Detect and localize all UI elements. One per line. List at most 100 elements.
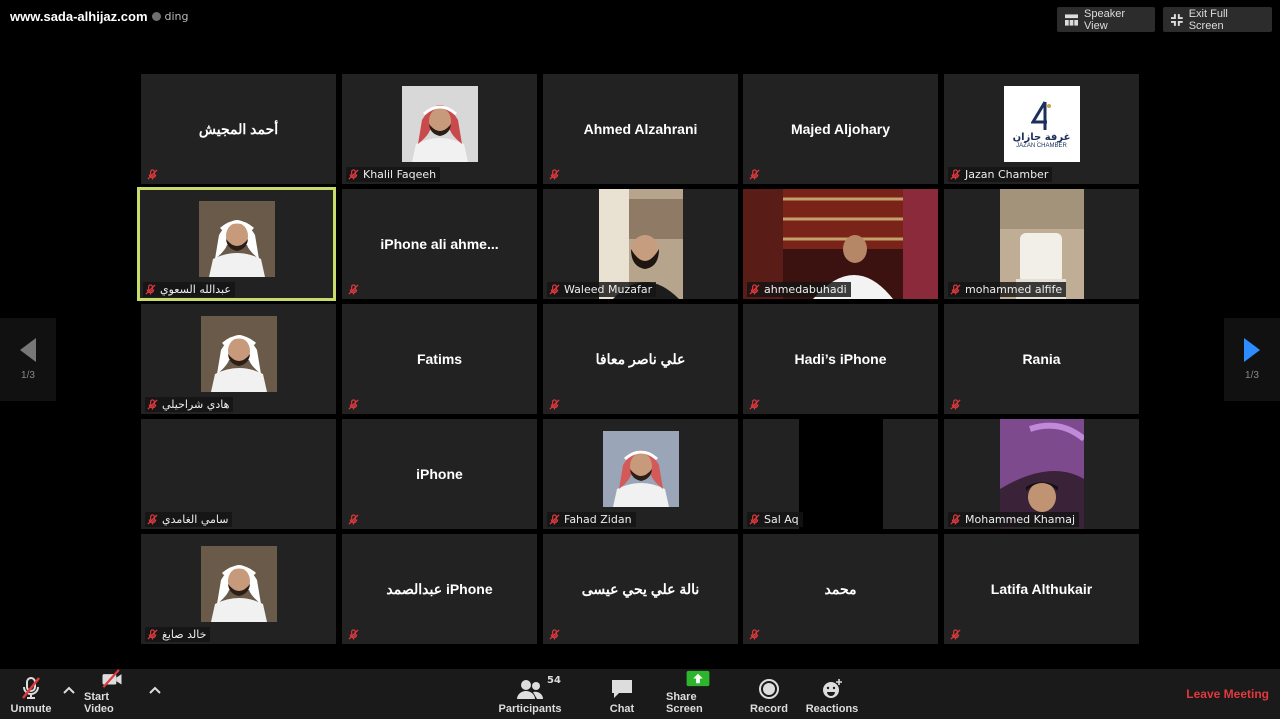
participant-tile[interactable]: Fatims: [342, 304, 537, 414]
participant-tile[interactable]: iPhone عبدالصمد: [342, 534, 537, 644]
chat-button[interactable]: Chat: [602, 669, 642, 719]
participant-label-text: Fahad Zidan: [564, 513, 632, 526]
share-screen-label: Share Screen: [666, 691, 703, 715]
arrow-right-icon: [1244, 338, 1260, 362]
muted-mic-icon: [348, 399, 359, 410]
participant-label-text: Jazan Chamber: [965, 168, 1049, 181]
next-page-button[interactable]: 1/3: [1224, 318, 1280, 401]
participant-label-text: هادي شراحيلي: [162, 398, 230, 411]
speaker-view-button[interactable]: Speaker View: [1057, 7, 1155, 32]
watermark: www.sada-alhijaz.com: [10, 9, 148, 24]
participant-label: سامي الغامدي: [145, 512, 233, 527]
muted-mic-icon: [348, 284, 359, 295]
page-indicator-left: 1/3: [21, 370, 35, 381]
participant-tile[interactable]: Rania: [944, 304, 1139, 414]
exit-full-screen-label: Exit Full Screen: [1188, 7, 1228, 32]
participant-tile[interactable]: Waleed Muzafar: [543, 189, 738, 299]
arrow-left-icon: [20, 338, 36, 362]
reactions-button[interactable]: Reactions: [806, 669, 858, 719]
participant-tile[interactable]: ahmedabuhadi: [743, 189, 938, 299]
participant-tile[interactable]: محمد: [743, 534, 938, 644]
muted-mic-icon: [749, 629, 760, 640]
logo-mark-icon: [1030, 100, 1051, 130]
muted-mic-icon: [549, 629, 560, 640]
participant-photo: [200, 316, 277, 392]
speaker-view-label: Speaker View: [1084, 7, 1126, 32]
participant-photo: [401, 86, 478, 162]
participant-label: [346, 512, 363, 527]
participant-tile[interactable]: Mohammed Khamaj: [944, 419, 1139, 529]
muted-mic-icon: [147, 169, 158, 180]
participant-label-text: خالد صايغ: [162, 628, 207, 641]
participant-photo: [602, 431, 679, 507]
top-left-status: www.sada-alhijaz.com ding: [10, 9, 189, 24]
start-video-button[interactable]: Start Video: [84, 669, 140, 719]
leave-meeting-button[interactable]: Leave Meeting: [1186, 687, 1269, 701]
participant-tile[interactable]: هادي شراحيلي: [141, 304, 336, 414]
participant-tile[interactable]: Fahad Zidan: [543, 419, 738, 529]
participant-tile[interactable]: Latifa Althukair: [944, 534, 1139, 644]
participant-name: iPhone عبدالصمد: [386, 580, 493, 597]
unmute-button[interactable]: Unmute: [8, 669, 54, 719]
participant-name: أحمد المجيش: [198, 120, 279, 137]
participant-tile[interactable]: أحمد المجيش: [141, 74, 336, 184]
participant-label: [547, 167, 564, 182]
participant-label: Sal Aq: [747, 512, 803, 527]
participant-tile[interactable]: Sal Aq: [743, 419, 938, 529]
participant-name: Fatims: [416, 351, 463, 367]
share-screen-icon: [686, 670, 710, 687]
participant-tile[interactable]: سامي الغامدي: [141, 419, 336, 529]
muted-mic-icon: [348, 629, 359, 640]
participant-label: [948, 397, 965, 412]
participant-name: Rania: [1022, 351, 1061, 367]
participant-name: علي ناصر معافا: [595, 350, 686, 367]
record-icon: [759, 679, 779, 699]
participant-label: Jazan Chamber: [948, 167, 1053, 182]
participant-tile[interactable]: iPhone: [342, 419, 537, 529]
participant-tile[interactable]: Khalil Faqeeh: [342, 74, 537, 184]
unmute-label: Unmute: [10, 703, 52, 715]
participant-tile[interactable]: mohammed alfife: [944, 189, 1139, 299]
participant-label: [346, 282, 363, 297]
muted-mic-icon: [348, 169, 359, 180]
share-screen-button[interactable]: Share Screen: [666, 669, 730, 719]
participant-name: iPhone ali ahme...: [380, 236, 499, 252]
participant-tile[interactable]: علي ناصر معافا: [543, 304, 738, 414]
participants-count: 54: [547, 675, 561, 686]
participant-tile[interactable]: iPhone ali ahme...: [342, 189, 537, 299]
participant-tile[interactable]: خالد صايغ: [141, 534, 336, 644]
participant-label: [547, 397, 564, 412]
muted-mic-icon: [950, 399, 961, 410]
audio-options-caret-icon[interactable]: [62, 685, 76, 695]
prev-page-button[interactable]: 1/3: [0, 318, 56, 401]
participant-name: Ahmed Alzahrani: [583, 121, 698, 137]
participant-name: Majed Aljohary: [790, 121, 891, 137]
participant-video: [798, 419, 883, 529]
recording-icon: [151, 12, 161, 21]
participant-label: عبدالله السعوي: [143, 282, 235, 297]
participant-label: هادي شراحيلي: [145, 397, 234, 412]
muted-mic-icon: [950, 284, 961, 295]
participant-label: [547, 627, 564, 642]
participant-label-text: Waleed Muzafar: [564, 283, 653, 296]
video-options-caret-icon[interactable]: [148, 685, 162, 695]
participant-tile[interactable]: Ahmed Alzahrani: [543, 74, 738, 184]
participant-tile[interactable]: غرفة جازان JAZAN CHAMBER Jazan Chamber: [944, 74, 1139, 184]
participant-tile[interactable]: نالة علي يحي عيسى: [543, 534, 738, 644]
participant-tile[interactable]: Hadi’s iPhone: [743, 304, 938, 414]
muted-mic-icon: [348, 514, 359, 525]
participant-label: خالد صايغ: [145, 627, 211, 642]
logo-text: غرفة جازان: [1012, 131, 1071, 143]
participant-name: iPhone: [416, 466, 463, 482]
participants-icon: [517, 680, 544, 699]
record-button[interactable]: Record: [748, 669, 790, 719]
muted-mic-icon: [950, 169, 961, 180]
participant-tile[interactable]: عبدالله السعوي: [137, 187, 336, 301]
exit-full-screen-button[interactable]: Exit Full Screen: [1163, 7, 1272, 32]
participant-tile[interactable]: Majed Aljohary: [743, 74, 938, 184]
page-indicator-right: 1/3: [1245, 370, 1259, 381]
muted-mic-icon: [749, 399, 760, 410]
muted-mic-icon: [549, 514, 560, 525]
participant-label: Khalil Faqeeh: [346, 167, 441, 182]
participant-label: Fahad Zidan: [547, 512, 636, 527]
